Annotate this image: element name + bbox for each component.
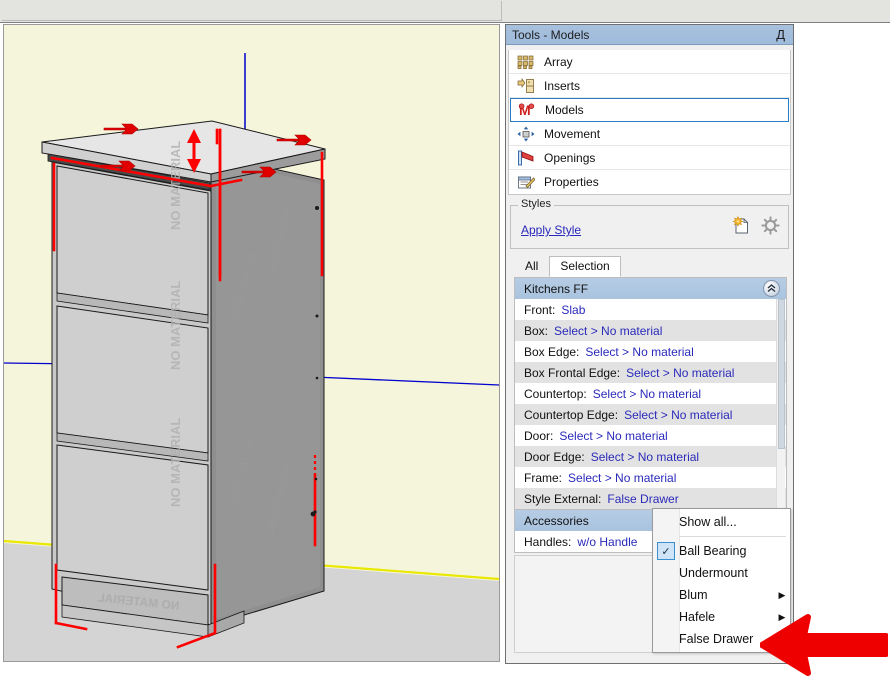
- material-key: Countertop Edge:: [524, 408, 618, 422]
- materials-scrollbar[interactable]: [776, 299, 785, 508]
- tab-selection[interactable]: Selection: [549, 256, 620, 277]
- movement-icon: [517, 126, 535, 142]
- material-row[interactable]: Box: Select > No material: [515, 320, 786, 341]
- material-value-link[interactable]: Select > No material: [624, 408, 732, 422]
- submenu-arrow-icon: ▶: [774, 590, 790, 601]
- material-value-link[interactable]: Select > No material: [585, 345, 693, 359]
- material-key: Countertop:: [524, 387, 587, 401]
- material-row[interactable]: Countertop: Select > No material: [515, 383, 786, 404]
- material-row[interactable]: Countertop Edge: Select > No material: [515, 404, 786, 425]
- watermark-label: NO MATERIAL: [168, 281, 183, 370]
- material-value-link[interactable]: Slab: [561, 303, 585, 317]
- material-key: Frame:: [524, 471, 562, 485]
- accessory-value-link[interactable]: w/o Handle: [577, 535, 637, 549]
- materials-group-title: Kitchens FF: [524, 282, 763, 296]
- material-row[interactable]: Front: Slab: [515, 299, 786, 320]
- material-key: Door:: [524, 429, 553, 443]
- top-toolbar: [0, 0, 890, 23]
- materials-panel: Kitchens FF Front: Slab Box: Select > No ma…: [514, 277, 787, 510]
- tool-item-inserts[interactable]: Inserts: [509, 74, 790, 98]
- panel-titlebar[interactable]: Tools - Models Д: [506, 25, 793, 45]
- styles-tabs: All Selection: [514, 258, 787, 277]
- material-value-link[interactable]: Select > No material: [568, 471, 676, 485]
- openings-icon: [517, 150, 535, 166]
- tool-label: Properties: [544, 175, 599, 189]
- accessory-key: Handles:: [524, 535, 571, 549]
- context-menu-item-gutter: [653, 628, 679, 650]
- new-style-icon[interactable]: [732, 216, 751, 240]
- inserts-icon: [517, 78, 535, 94]
- context-menu-item-gutter: ✓: [653, 540, 679, 562]
- toolbar-inner-groove: [2, 1, 502, 21]
- context-menu-item-label: Show all...: [679, 515, 774, 529]
- accessories-group-title: Accessories: [524, 514, 589, 528]
- context-menu-item[interactable]: Show all...: [653, 511, 790, 533]
- context-menu-item-gutter: [653, 562, 679, 584]
- tool-item-array[interactable]: Array: [509, 50, 790, 74]
- materials-rows: Front:SlabBox:Select > No materialBox Ed…: [515, 299, 786, 509]
- pin-icon[interactable]: Д: [776, 28, 787, 41]
- context-menu-item-gutter: [653, 606, 679, 628]
- apply-style-link[interactable]: Apply Style: [521, 223, 581, 237]
- red-pointer-arrow: [760, 612, 888, 678]
- material-row[interactable]: Door Edge: Select > No material: [515, 446, 786, 467]
- context-menu-item[interactable]: Blum▶: [653, 584, 790, 606]
- material-value-link[interactable]: Select > No material: [559, 429, 667, 443]
- styles-legend: Styles: [518, 198, 554, 210]
- tools-list: Array Inserts M Models: [508, 50, 791, 195]
- viewport-scene: NO MATERIAL NO MATERIAL NO MATERIAL NO M…: [4, 25, 499, 661]
- tool-label: Movement: [544, 127, 600, 141]
- material-value-link[interactable]: Select > No material: [554, 324, 662, 338]
- material-key: Front:: [524, 303, 555, 317]
- watermark-label: NO MATERIAL: [168, 141, 183, 230]
- material-key: Style External:: [524, 492, 601, 506]
- material-row[interactable]: Box Frontal Edge: Select > No material: [515, 362, 786, 383]
- material-row[interactable]: Style External: False Drawer: [515, 488, 786, 509]
- material-row[interactable]: Box Edge: Select > No material: [515, 341, 786, 362]
- context-menu-item-label: Undermount: [679, 566, 774, 580]
- material-value-link[interactable]: Select > No material: [591, 450, 699, 464]
- tool-label: Inserts: [544, 79, 580, 93]
- gear-icon[interactable]: [761, 216, 780, 240]
- material-key: Box Edge:: [524, 345, 579, 359]
- material-row[interactable]: Frame: Select > No material: [515, 467, 786, 488]
- context-menu-separator: [679, 536, 786, 537]
- tool-item-openings[interactable]: Openings: [509, 146, 790, 170]
- tab-all[interactable]: All: [514, 256, 549, 277]
- material-key: Box:: [524, 324, 548, 338]
- scrollbar-thumb[interactable]: [778, 299, 785, 449]
- styles-groupbox: Styles Apply Style: [510, 205, 789, 249]
- material-key: Door Edge:: [524, 450, 585, 464]
- array-icon: [517, 54, 535, 70]
- context-menu-item[interactable]: Undermount: [653, 562, 790, 584]
- tool-item-models[interactable]: M Models: [510, 98, 789, 122]
- material-value-link[interactable]: Select > No material: [593, 387, 701, 401]
- context-menu-item-label: Blum: [679, 588, 774, 602]
- tool-label: Openings: [544, 151, 595, 165]
- properties-icon: [517, 174, 535, 190]
- tool-item-properties[interactable]: Properties: [509, 170, 790, 194]
- panel-title: Tools - Models: [512, 28, 776, 42]
- material-value-link[interactable]: Select > No material: [626, 366, 734, 380]
- tool-label: Models: [545, 103, 584, 117]
- checkmark-icon: ✓: [657, 542, 675, 560]
- watermark-label: NO MATERIAL: [168, 418, 183, 507]
- models-icon: M: [518, 102, 536, 118]
- 3d-viewport[interactable]: NO MATERIAL NO MATERIAL NO MATERIAL NO M…: [3, 24, 500, 662]
- collapse-chevron-icon[interactable]: [763, 280, 780, 297]
- material-row[interactable]: Door: Select > No material: [515, 425, 786, 446]
- context-menu-item-gutter: [653, 511, 679, 533]
- materials-group-header[interactable]: Kitchens FF: [515, 278, 786, 299]
- context-menu-item-label: Ball Bearing: [679, 544, 774, 558]
- tool-item-movement[interactable]: Movement: [509, 122, 790, 146]
- material-value-link[interactable]: False Drawer: [607, 492, 678, 506]
- material-key: Box Frontal Edge:: [524, 366, 620, 380]
- context-menu-item-gutter: [653, 584, 679, 606]
- context-menu-item[interactable]: ✓ Ball Bearing: [653, 540, 790, 562]
- tool-label: Array: [544, 55, 573, 69]
